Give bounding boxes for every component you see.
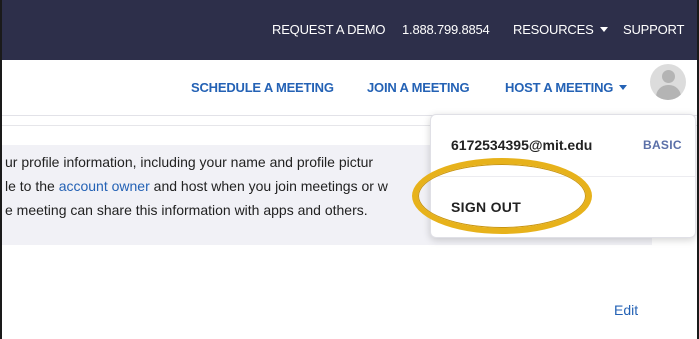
support-link[interactable]: SUPPORT xyxy=(623,22,684,37)
info-text-line-3: e meeting can share this information wit… xyxy=(5,202,368,218)
info-text-line-2: le to the account owner and host when yo… xyxy=(5,178,388,194)
dropdown-divider xyxy=(431,176,695,177)
request-demo-link[interactable]: REQUEST A DEMO xyxy=(272,22,385,37)
resources-label: RESOURCES xyxy=(513,22,594,37)
avatar-head-shape xyxy=(662,70,675,83)
edit-link[interactable]: Edit xyxy=(614,302,638,318)
avatar-body-shape xyxy=(656,85,681,100)
plan-badge: BASIC xyxy=(643,138,682,152)
join-meeting-link[interactable]: JOIN A MEETING xyxy=(367,80,470,95)
chevron-down-icon xyxy=(599,27,608,33)
account-email: 6172534395@mit.edu xyxy=(451,137,593,153)
phone-number-link[interactable]: 1.888.799.8854 xyxy=(402,22,490,37)
page-frame: REQUEST A DEMO 1.888.799.8854 RESOURCES … xyxy=(0,0,699,339)
chevron-down-icon xyxy=(619,85,628,91)
resources-menu[interactable]: RESOURCES xyxy=(513,22,608,37)
info-text-prefix: le to the xyxy=(5,178,59,194)
info-text-line-1: ur profile information, including your n… xyxy=(5,154,374,170)
host-meeting-menu[interactable]: HOST A MEETING xyxy=(505,80,628,95)
schedule-meeting-link[interactable]: SCHEDULE A MEETING xyxy=(191,80,334,95)
host-meeting-label: HOST A MEETING xyxy=(505,80,614,95)
info-text-suffix: and host when you join meetings or w xyxy=(149,178,388,194)
sign-out-button[interactable]: SIGN OUT xyxy=(451,199,521,215)
account-owner-link[interactable]: account owner xyxy=(59,178,150,194)
top-navigation-bar: REQUEST A DEMO 1.888.799.8854 RESOURCES … xyxy=(2,0,697,60)
avatar[interactable] xyxy=(650,64,686,100)
account-dropdown-menu: 6172534395@mit.edu BASIC SIGN OUT xyxy=(430,114,696,238)
secondary-navigation: SCHEDULE A MEETING JOIN A MEETING HOST A… xyxy=(2,60,697,116)
